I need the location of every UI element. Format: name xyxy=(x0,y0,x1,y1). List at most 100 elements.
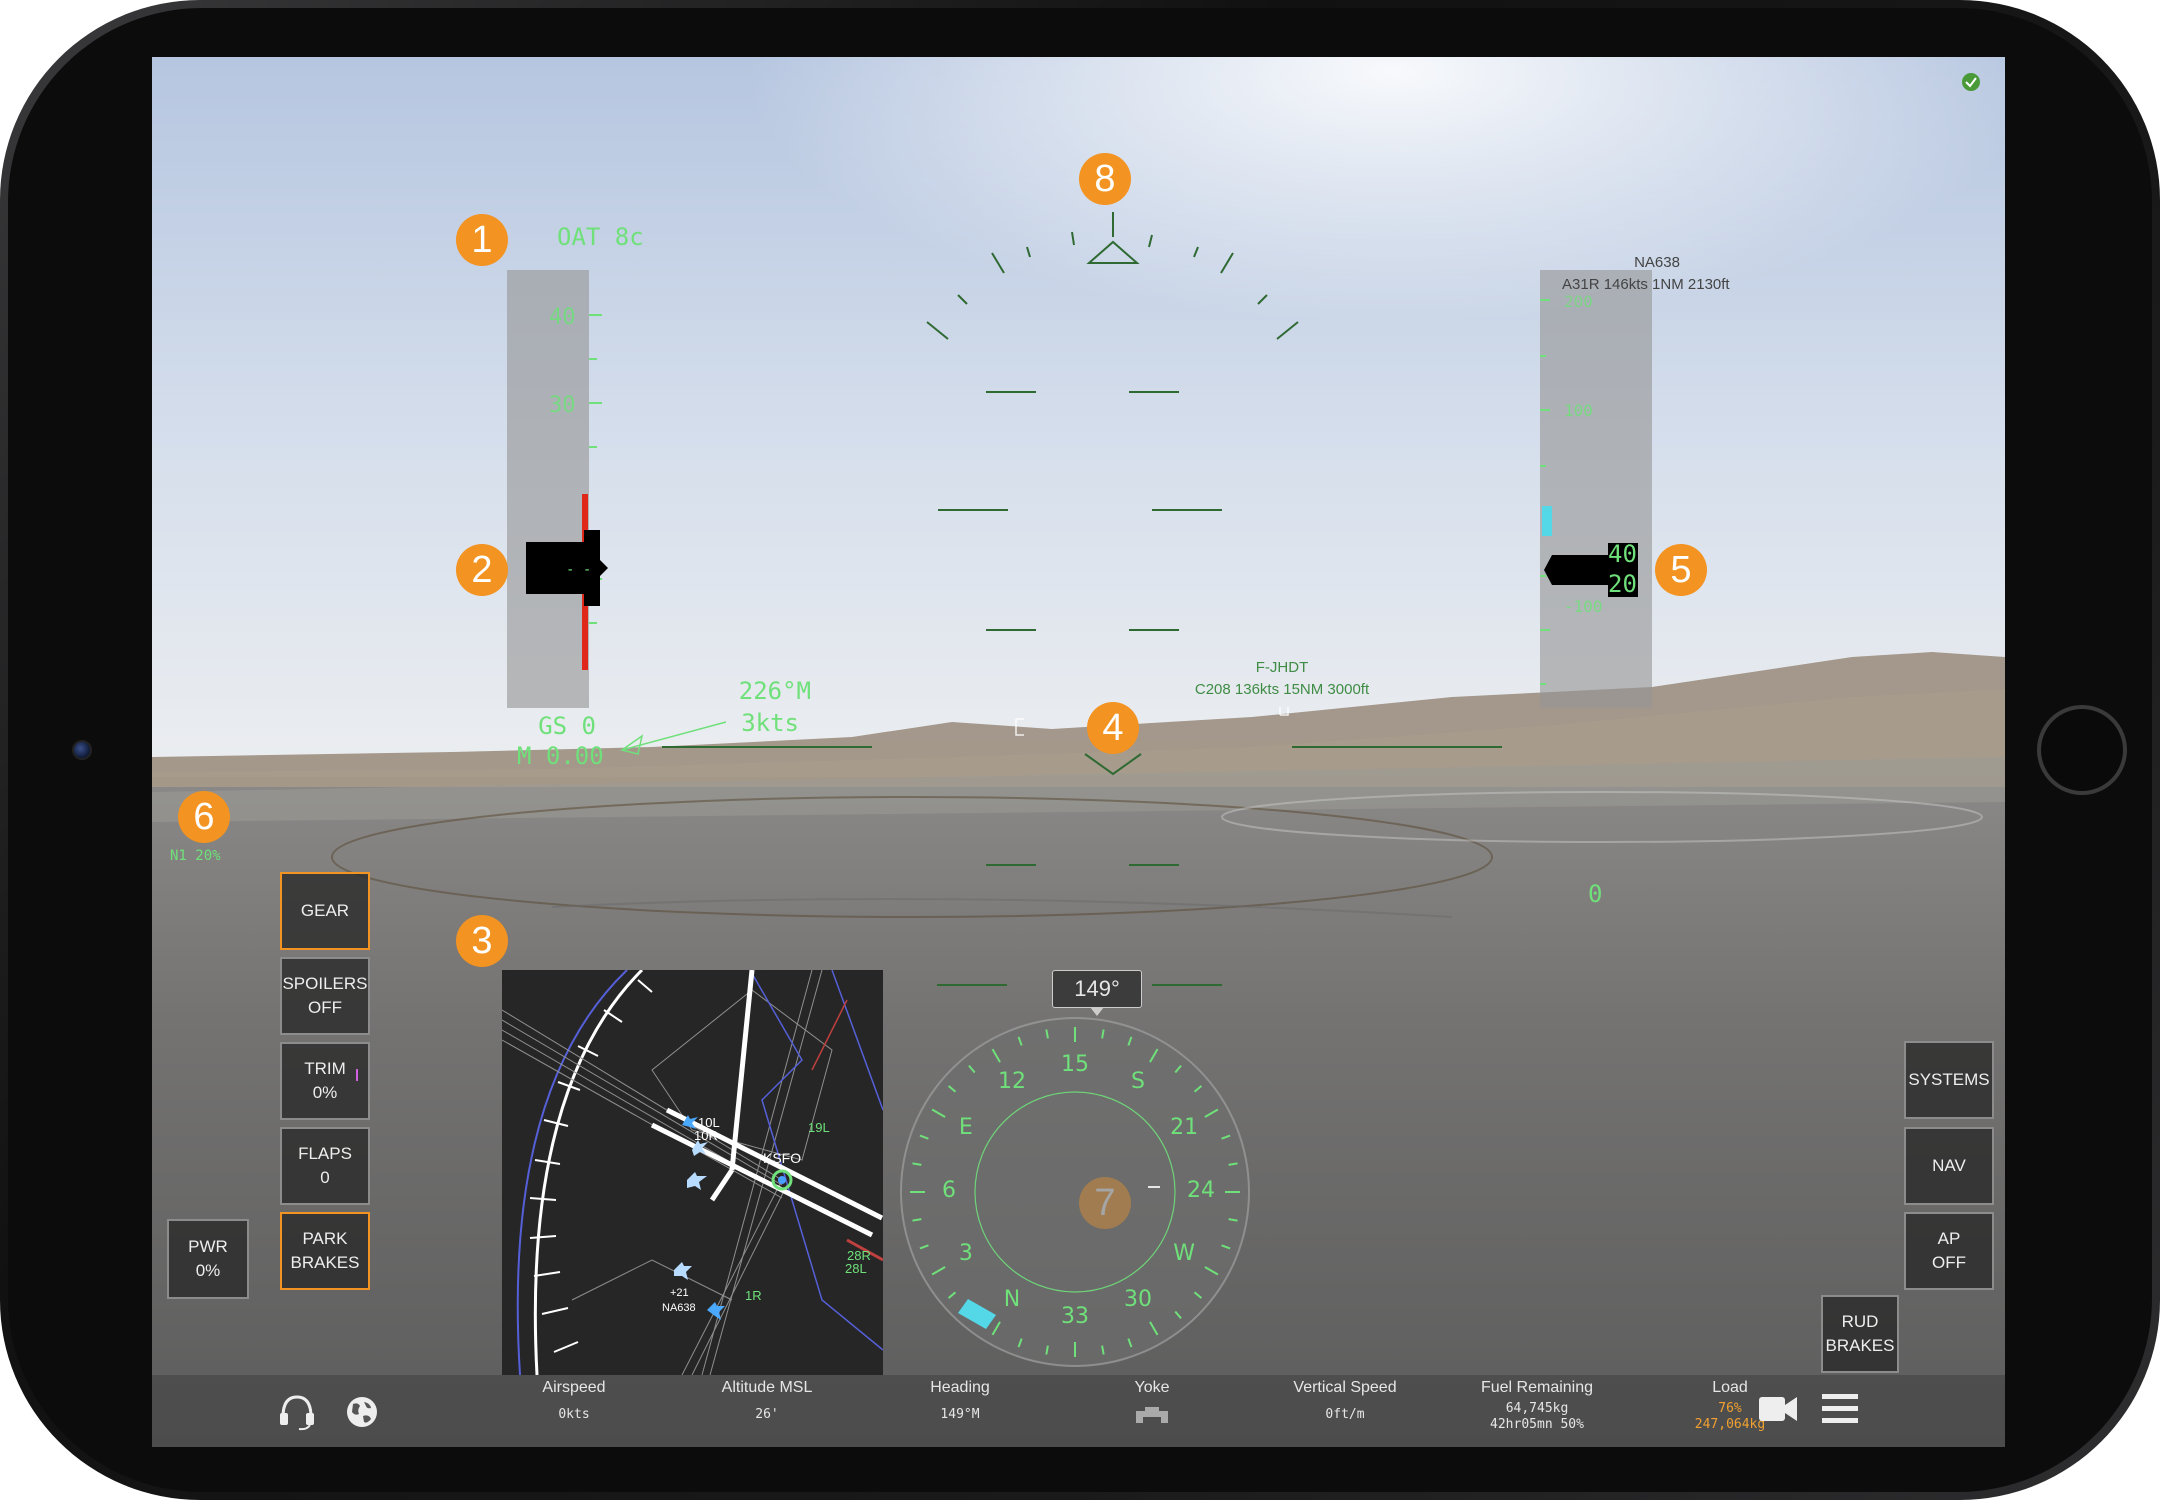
compass-tick xyxy=(919,1244,929,1250)
map-graphics xyxy=(502,970,883,1375)
nav-label: NAV xyxy=(1932,1156,1966,1175)
spoilers-state: OFF xyxy=(308,998,342,1017)
compass-tick xyxy=(1149,1321,1159,1336)
yoke-label: Yoke xyxy=(1134,1379,1170,1396)
compass-label-n: N xyxy=(1003,1287,1021,1313)
marker-6: 6 xyxy=(178,791,230,843)
marker-3: 3 xyxy=(456,915,508,967)
vs-label: Vertical Speed xyxy=(1293,1379,1397,1396)
heading-value: 149°M xyxy=(940,1407,980,1422)
compass-tick xyxy=(947,1291,957,1299)
compass-tick xyxy=(1127,1036,1133,1046)
map-runway-19l: 19L xyxy=(808,1120,830,1135)
rudder-brakes-button[interactable]: RUD BRAKES xyxy=(1821,1295,1899,1373)
simulator-screen: OAT 8c 40 30 - - GS 0 M 0.00 226°M 3kts xyxy=(152,57,2005,1447)
rud-brakes-label: BRAKES xyxy=(1825,1336,1895,1355)
status-check-icon xyxy=(1962,73,1980,91)
compass-tick xyxy=(1017,1036,1023,1046)
autopilot-button[interactable]: AP OFF xyxy=(1904,1212,1994,1290)
flaps-value: 0 xyxy=(320,1168,330,1187)
vs-value: 0ft/m xyxy=(1325,1407,1365,1422)
menu-icon[interactable] xyxy=(1820,1391,1860,1427)
n1-readout: N1 20% xyxy=(170,848,221,864)
globe-icon[interactable] xyxy=(344,1394,380,1430)
map-runway-28l: 28L xyxy=(845,1261,867,1276)
compass-tick xyxy=(1228,1162,1238,1166)
hud-traffic-id: F-JHDT xyxy=(1255,659,1309,676)
stat-fuel: Fuel Remaining 64,745kg 42hr05mn 50% xyxy=(1452,1379,1622,1433)
home-button[interactable] xyxy=(2037,705,2127,795)
compass-tick xyxy=(1127,1338,1133,1348)
compass-label-s: S xyxy=(1131,1068,1145,1094)
trim-button[interactable]: TRIM 0% xyxy=(280,1042,370,1120)
compass-tick xyxy=(931,1266,946,1276)
compass-tick xyxy=(1045,1345,1049,1355)
compass-label-e: E xyxy=(958,1115,973,1140)
ipad-frame: OAT 8c 40 30 - - GS 0 M 0.00 226°M 3kts xyxy=(0,0,2160,1500)
compass-tick xyxy=(947,1085,957,1093)
map-traffic-alt: +21 xyxy=(670,1287,689,1299)
altitude-label: Altitude MSL xyxy=(721,1379,813,1396)
hud-traffic-info: C208 136kts 15NM 3000ft xyxy=(1194,681,1370,698)
compass-label-15: 15 xyxy=(1061,1052,1089,1077)
compass-label-33: 33 xyxy=(1061,1304,1089,1329)
heading-label: Heading xyxy=(930,1379,990,1396)
flaps-label: FLAPS xyxy=(298,1144,352,1163)
compass-tick xyxy=(912,1162,922,1166)
compass-tick xyxy=(1221,1134,1231,1140)
marker-5: 5 xyxy=(1655,544,1707,596)
compass-tick xyxy=(1101,1345,1105,1355)
systems-label: SYSTEMS xyxy=(1908,1070,1990,1089)
fuel-endurance: 42hr05mn 50% xyxy=(1490,1417,1584,1432)
stat-yoke: Yoke xyxy=(1067,1379,1237,1429)
heading-box: 149° xyxy=(1052,970,1142,1008)
compass-tick xyxy=(1045,1029,1049,1039)
park-brakes-button[interactable]: PARK BRAKES xyxy=(280,1212,370,1290)
ap-state: OFF xyxy=(1932,1253,1966,1272)
systems-button[interactable]: SYSTEMS xyxy=(1904,1041,1994,1119)
map-runway-10r: 10R xyxy=(694,1128,718,1143)
compass-tick xyxy=(912,1218,922,1222)
stat-airspeed: Airspeed 0kts xyxy=(489,1379,659,1423)
marker-2: 2 xyxy=(456,544,508,596)
heading-box-pointer xyxy=(1090,1007,1104,1016)
yoke-icon xyxy=(1136,1407,1168,1423)
gear-button[interactable]: GEAR xyxy=(280,872,370,950)
spoilers-button[interactable]: SPOILERS OFF xyxy=(280,957,370,1035)
compass-tick xyxy=(1017,1338,1023,1348)
compass-label-30: 30 xyxy=(1124,1287,1152,1313)
altitude-value: 26' xyxy=(755,1407,779,1422)
nav-button[interactable]: NAV xyxy=(1904,1127,1994,1205)
map-runway-1r: 1R xyxy=(745,1288,762,1303)
moving-map[interactable]: KSFO 10L 10R 19L 28R 28L 1R +21 NA638 xyxy=(502,970,883,1375)
compass-tick xyxy=(1101,1029,1105,1039)
compass-label-24: 24 xyxy=(1187,1178,1215,1203)
compass-tick xyxy=(1204,1108,1219,1118)
map-traffic-id: NA638 xyxy=(662,1302,696,1314)
compass-tick xyxy=(1204,1266,1219,1276)
fuel-value: 64,745kg 42hr05mn 50% xyxy=(1452,1401,1622,1433)
fuel-mass: 64,745kg xyxy=(1505,1401,1569,1416)
compass-tick xyxy=(1174,1064,1182,1074)
compass-tick xyxy=(919,1134,929,1140)
spoilers-label: SPOILERS xyxy=(282,974,368,993)
stat-altitude: Altitude MSL 26' xyxy=(682,1379,852,1423)
gear-button-label: GEAR xyxy=(300,901,350,920)
compass-label-w: W xyxy=(1173,1241,1195,1266)
marker-8: 8 xyxy=(1079,153,1131,205)
fuel-label: Fuel Remaining xyxy=(1480,1379,1594,1396)
pwr-label: PWR xyxy=(188,1237,228,1256)
compass-label-21: 21 xyxy=(1170,1115,1199,1140)
trim-value: 0% xyxy=(312,1083,338,1102)
flaps-button[interactable]: FLAPS 0 xyxy=(280,1127,370,1205)
compass-tick xyxy=(931,1108,946,1118)
brakes-label: BRAKES xyxy=(290,1253,360,1272)
compass-label-3: 3 xyxy=(958,1241,973,1266)
map-airport-label: KSFO xyxy=(763,1150,802,1166)
camera-icon[interactable] xyxy=(1757,1393,1799,1425)
power-button[interactable]: PWR 0% xyxy=(167,1219,249,1299)
marker-4: 4 xyxy=(1087,702,1139,754)
headset-icon[interactable] xyxy=(277,1393,317,1431)
compass-tick xyxy=(1174,1310,1182,1320)
park-label: PARK xyxy=(302,1229,348,1248)
